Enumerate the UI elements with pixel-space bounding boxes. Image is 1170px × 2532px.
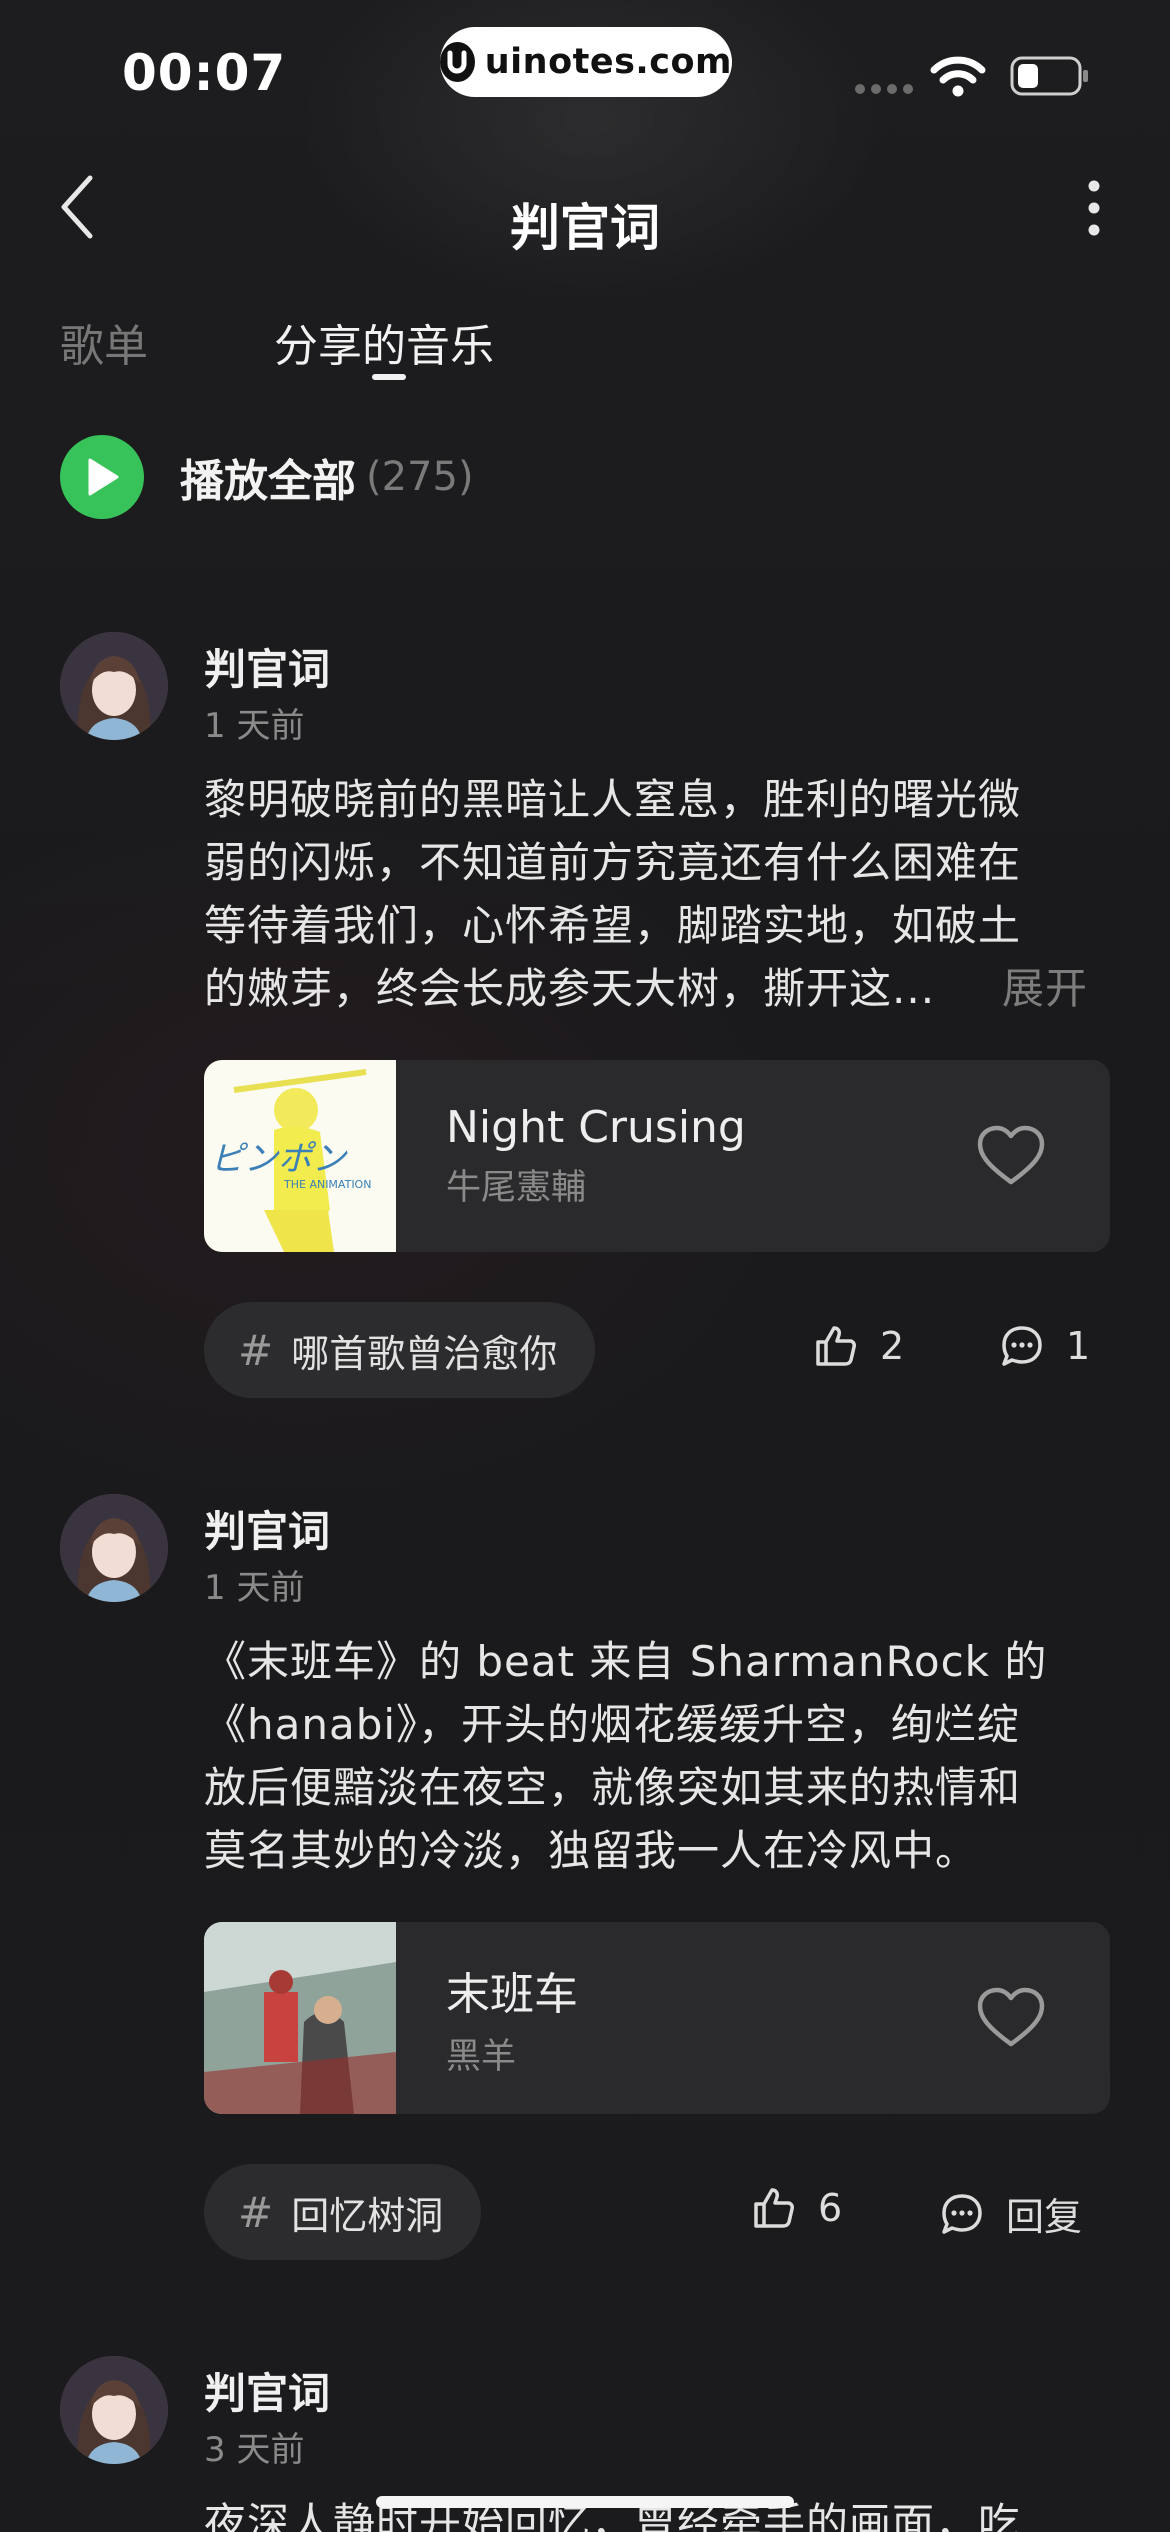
song-artist: 牛尾憲輔 <box>446 1168 587 1208</box>
like-count: 6 <box>818 2186 843 2230</box>
watermark-pill: uinotes.com <box>440 27 732 97</box>
battery-icon <box>1010 56 1090 100</box>
avatar[interactable] <box>60 632 168 740</box>
post-text-last-row: 的嫩芽，终会长成参天大树，撕开这... 展开 <box>204 957 1088 1020</box>
album-cover: ピンポン THE ANIMATION <box>204 1060 396 1252</box>
like-count: 2 <box>880 1324 905 1368</box>
like-button[interactable]: 6 <box>752 2186 842 2230</box>
post-time: 1 天前 <box>204 1568 305 1608</box>
topic-tag[interactable]: # 哪首歌曾治愈你 <box>204 1302 596 1398</box>
thumbs-up-icon <box>754 2188 794 2228</box>
comment-icon <box>942 2193 982 2234</box>
background <box>0 0 1170 2532</box>
post-time: 1 天前 <box>204 706 305 746</box>
page-title: 判官词 <box>510 199 660 257</box>
post-text: 黎明破晓前的黑暗让人窒息，胜利的曙光微 弱的闪烁，不知道前方究竟还有什么困难在 … <box>204 768 1104 1020</box>
tab-shared-music[interactable]: 分享的音乐 <box>274 310 494 374</box>
play-icon <box>60 435 144 519</box>
expand-link[interactable]: 展开 <box>1002 957 1088 1020</box>
svg-text:THE ANIMATION: THE ANIMATION <box>283 1178 371 1191</box>
active-tab-indicator <box>372 374 406 380</box>
status-time: 00:07 <box>122 44 287 102</box>
cover-art-text: ピンポン <box>210 1139 348 1179</box>
post-text-line: 的嫩芽，终会长成参天大树，撕开这... <box>204 964 936 1013</box>
hash-icon: # <box>238 1325 274 1375</box>
post-text-line: 黎明破晓前的黑暗让人窒息，胜利的曙光微 <box>204 775 1022 824</box>
song-info: Night Crusing 牛尾憲輔 <box>446 1102 976 1210</box>
post-text-line: 《末班车》的 beat 来自 SharmanRock 的 <box>204 1637 1048 1686</box>
post-author[interactable]: 判官词 <box>204 1498 330 1559</box>
home-indicator[interactable] <box>376 2496 794 2508</box>
song-card[interactable]: 末班车 黑羊 <box>204 1922 1110 2114</box>
post-text-line: 放后便黯淡在夜空，就像突如其来的热情和 <box>204 1763 1022 1812</box>
hash-icon: # <box>238 2187 274 2237</box>
song-title: 末班车 <box>446 1968 578 2020</box>
signal-icon <box>855 84 913 94</box>
song-title: Night Crusing <box>446 1102 746 1153</box>
album-cover <box>204 1922 396 2114</box>
song-info: 末班车 黑羊 <box>446 1958 976 2079</box>
reply-button[interactable]: 回复 <box>940 2186 1082 2241</box>
post-text-line: 等待着我们，心怀希望，脚踏实地，如破土 <box>204 901 1022 950</box>
avatar[interactable] <box>60 1494 168 1602</box>
post-text-line: 弱的闪烁，不知道前方究竟还有什么困难在 <box>204 838 1022 887</box>
watermark-logo-icon <box>440 42 475 82</box>
comment-count: 1 <box>1066 1324 1091 1368</box>
post-time: 3 天前 <box>204 2430 305 2470</box>
thumbs-up-icon <box>816 1326 856 1366</box>
play-all-label: 播放全部 <box>180 456 356 507</box>
tab-playlist[interactable]: 歌单 <box>60 310 148 374</box>
heart-icon[interactable] <box>976 1124 1046 1188</box>
comment-icon <box>1002 1326 1042 1366</box>
wifi-icon <box>930 56 986 102</box>
song-artist: 黑羊 <box>446 2036 517 2077</box>
comment-button[interactable]: 1 <box>1000 1324 1090 1368</box>
post-text-line: 莫名其妙的冷淡，独留我一人在冷风中。 <box>204 1826 979 1875</box>
avatar[interactable] <box>60 2356 168 2464</box>
play-all-button[interactable]: 播放全部 (275) <box>60 435 474 519</box>
watermark-text: uinotes.com <box>484 42 732 82</box>
song-card[interactable]: ピンポン THE ANIMATION Night Crusing 牛尾憲輔 <box>204 1060 1110 1252</box>
more-vertical-icon[interactable] <box>1072 180 1116 236</box>
heart-icon[interactable] <box>976 1986 1046 2050</box>
like-button[interactable]: 2 <box>814 1324 904 1368</box>
post-author[interactable]: 判官词 <box>204 2360 330 2421</box>
post-text-line: 《hanabi》，开头的烟花缓缓升空，绚烂绽 <box>204 1700 1021 1749</box>
post-text: 《末班车》的 beat 来自 SharmanRock 的 《hanabi》，开头… <box>204 1630 1104 1882</box>
post-author[interactable]: 判官词 <box>204 636 330 697</box>
topic-tag-label: 哪首歌曾治愈你 <box>291 1331 558 1376</box>
topic-tag[interactable]: # 回忆树洞 <box>204 2164 482 2260</box>
play-all-count: (275) <box>366 454 474 500</box>
topic-tag-label: 回忆树洞 <box>291 2193 444 2238</box>
reply-label: 回复 <box>1006 2195 1083 2239</box>
